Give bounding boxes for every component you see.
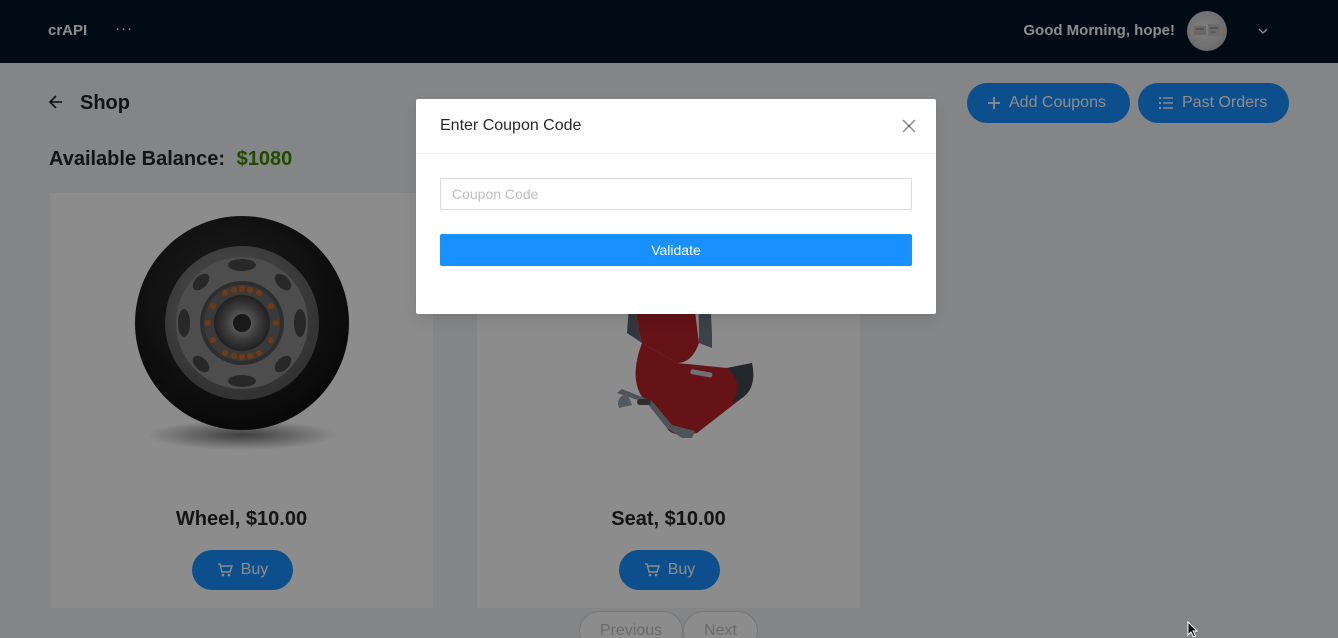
modal-header: Enter Coupon Code <box>416 99 936 154</box>
coupon-modal: Enter Coupon Code Validate <box>416 99 936 314</box>
modal-title: Enter Coupon Code <box>440 117 582 134</box>
close-icon[interactable] <box>899 116 919 136</box>
modal-backdrop[interactable] <box>0 0 1338 638</box>
validate-button[interactable]: Validate <box>440 234 912 266</box>
mouse-cursor-icon <box>1187 621 1199 638</box>
coupon-code-input[interactable] <box>440 178 912 210</box>
